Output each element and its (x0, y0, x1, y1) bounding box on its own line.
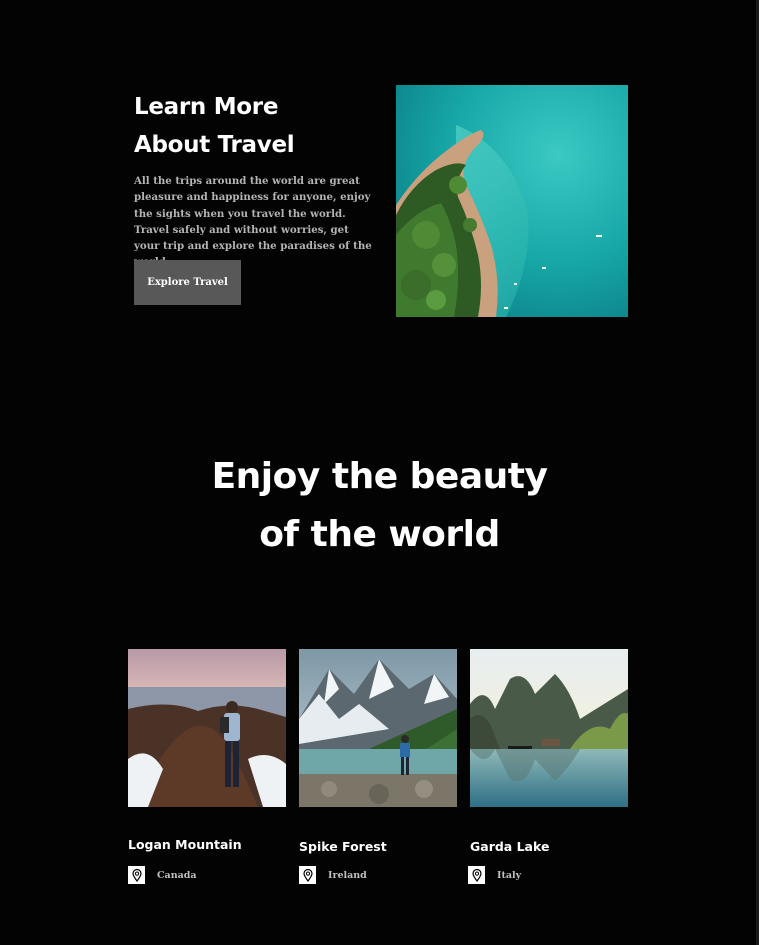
map-pin-icon (468, 866, 485, 884)
section-title-line1: Enjoy the beauty (211, 456, 548, 497)
location-label: Italy (497, 869, 522, 881)
garda-lake-image (470, 649, 628, 807)
about-description: All the trips around the world are great… (134, 175, 372, 268)
section-title-line2: of the world (259, 514, 500, 555)
destination-name[interactable]: Spike Forest (299, 839, 387, 854)
destination-location: Ireland (299, 866, 367, 884)
aerial-coast-image (396, 85, 628, 317)
destination-card[interactable]: Logan Mountain Canada (128, 649, 288, 884)
destination-card[interactable]: Garda Lake Italy (468, 649, 630, 884)
destination-name[interactable]: Garda Lake (470, 839, 549, 854)
section-title: Enjoy the beauty of the world (0, 448, 759, 564)
about-title: Learn More About Travel (134, 88, 374, 164)
location-label: Canada (157, 869, 197, 881)
about-title-line2: About Travel (134, 132, 295, 158)
about-section: Learn More About Travel All the trips ar… (134, 88, 374, 271)
destination-card[interactable]: Spike Forest Ireland (299, 649, 459, 884)
map-pin-icon (299, 866, 316, 884)
destination-location: Italy (468, 866, 521, 884)
explore-travel-button[interactable]: Explore Travel (134, 260, 241, 305)
about-title-line1: Learn More (134, 94, 279, 120)
map-pin-icon (128, 866, 145, 884)
logan-mountain-image (128, 649, 286, 807)
destination-name[interactable]: Logan Mountain (128, 837, 242, 852)
destination-location: Canada (128, 866, 197, 884)
location-label: Ireland (328, 869, 367, 881)
spike-forest-image (299, 649, 457, 807)
